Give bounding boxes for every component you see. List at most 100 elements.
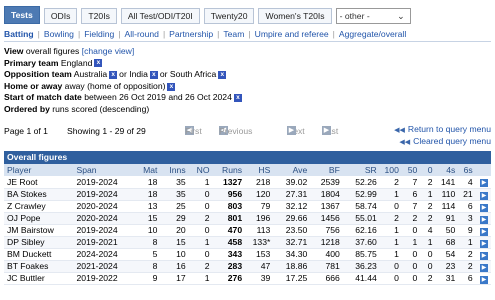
change-view-link[interactable]: [change view]	[82, 46, 135, 56]
column-header-0[interactable]: 0	[420, 164, 436, 176]
cell-4s: 114	[435, 200, 459, 213]
column-header-100[interactable]: 100	[379, 164, 402, 176]
tab-odis[interactable]: ODIs	[43, 8, 78, 24]
cell-inns: 20	[160, 224, 189, 237]
cell-no: 0	[188, 224, 213, 237]
player-name[interactable]: BM Duckett	[4, 248, 74, 261]
column-header-player[interactable]: Player	[4, 164, 74, 176]
subnav-item-bowling[interactable]: Bowling	[44, 29, 74, 39]
remove-home-away-icon[interactable]: x	[167, 82, 176, 91]
cell-ave: 29.66	[273, 212, 311, 225]
row-detail-button[interactable]: ▶	[475, 272, 491, 285]
other-format-select[interactable]: - other - ⌄	[335, 8, 411, 24]
column-header-50[interactable]: 50	[401, 164, 421, 176]
row-detail-button[interactable]: ▶	[475, 200, 491, 213]
tab-twenty20[interactable]: Twenty20	[203, 8, 255, 24]
remove-start-date-icon[interactable]: x	[233, 94, 242, 103]
player-name[interactable]: JC Buttler	[4, 272, 74, 285]
cell-6s: 6	[458, 272, 476, 285]
column-header-6s[interactable]: 6s	[458, 164, 476, 176]
row-detail-button[interactable]: ▶	[475, 236, 491, 249]
cell-bf: 400	[310, 248, 343, 261]
column-header-no[interactable]: NO	[188, 164, 213, 176]
page-indicator: Page 1 of 1	[4, 126, 48, 136]
cell-span: 2019-2024	[73, 224, 135, 237]
cleared-query-link[interactable]: ◀◀ Cleared query menu	[394, 136, 491, 148]
column-header-bf[interactable]: BF	[310, 164, 343, 176]
column-header-action	[475, 164, 491, 176]
subnav-item-team[interactable]: Team	[223, 29, 244, 39]
cell-4s: 110	[435, 188, 459, 201]
cell-runs: 458	[212, 236, 246, 249]
cell-span: 2019-2024	[73, 176, 135, 189]
row-detail-button[interactable]: ▶	[475, 176, 491, 189]
row-detail-button[interactable]: ▶	[475, 188, 491, 201]
column-header-mat[interactable]: Mat	[134, 164, 161, 176]
cell-inns: 35	[160, 188, 189, 201]
cell-span: 2019-2024	[73, 188, 135, 201]
player-name[interactable]: BA Stokes	[4, 188, 74, 201]
cell-50: 7	[401, 200, 421, 213]
player-name[interactable]: OJ Pope	[4, 212, 74, 225]
cell-50: 0	[401, 224, 421, 237]
column-header-hs[interactable]: HS	[245, 164, 274, 176]
arrow-right-icon: ▶	[480, 191, 488, 200]
column-header-sr[interactable]: SR	[342, 164, 380, 176]
cell-bf: 1367	[310, 200, 343, 213]
remove-opp-australia-icon[interactable]: x	[109, 70, 118, 79]
cell-inns: 25	[160, 200, 189, 213]
subnav-item-partnership[interactable]: Partnership	[169, 29, 213, 39]
subnav-item-umpire-referee[interactable]: Umpire and referee	[255, 29, 329, 39]
subnav-item-all-round[interactable]: All-round	[125, 29, 159, 39]
cell-ave: 32.12	[273, 200, 311, 213]
subnav-item-aggregate[interactable]: Aggregate/overall	[339, 29, 406, 39]
cell-sr: 37.60	[342, 236, 380, 249]
cell-no: 1	[188, 236, 213, 249]
cell-sr: 36.23	[342, 260, 380, 273]
cell-ave: 18.86	[273, 260, 311, 273]
cell-0: 0	[420, 260, 436, 273]
tab-womens-t20is[interactable]: Women's T20Is	[258, 8, 332, 24]
player-name[interactable]: JE Root	[4, 176, 74, 189]
remove-opp-india-icon[interactable]: x	[149, 70, 158, 79]
cell-0: 2	[420, 212, 436, 225]
query-criteria: View overall figures [change view] Prima…	[4, 46, 244, 116]
cell-runs: 276	[212, 272, 246, 285]
cell-sr: 41.44	[342, 272, 380, 285]
tab-t20is[interactable]: T20Is	[81, 8, 117, 24]
query-menu-links: ◀◀ Return to query menu ◀◀ Cleared query m…	[394, 124, 491, 148]
row-detail-button[interactable]: ▶	[475, 212, 491, 225]
last-page-icon: ▶	[322, 126, 331, 135]
tab-tests[interactable]: Tests	[4, 6, 40, 24]
row-detail-button[interactable]: ▶	[475, 260, 491, 273]
stat-type-nav: Batting | Bowling | Fielding | All-round | Partn…	[4, 29, 407, 39]
column-header-inns[interactable]: Inns	[160, 164, 189, 176]
cell-runs: 470	[212, 224, 246, 237]
column-header-4s[interactable]: 4s	[435, 164, 459, 176]
table-row: JE Root 2019-2024 18 35 1 1327 218 39.02 2539 52.…	[4, 176, 491, 189]
cell-0: 0	[420, 248, 436, 261]
cell-no: 2	[188, 260, 213, 273]
column-header-span[interactable]: Span	[73, 164, 135, 176]
remove-opp-south-africa-icon[interactable]: x	[218, 70, 227, 79]
player-name[interactable]: Z Crawley	[4, 200, 74, 213]
return-to-query-link[interactable]: ◀◀ Return to query menu	[394, 124, 491, 136]
remove-primary-team-icon[interactable]: x	[94, 59, 103, 68]
column-header-runs[interactable]: Runs	[212, 164, 246, 176]
subnav-item-fielding[interactable]: Fielding	[84, 29, 114, 39]
cell-4s: 50	[435, 224, 459, 237]
cell-0: 2	[420, 200, 436, 213]
player-name[interactable]: JM Bairstow	[4, 224, 74, 237]
tab-all-test-odi-t20i[interactable]: All Test/ODI/T20I	[120, 8, 200, 24]
player-name[interactable]: DP Sibley	[4, 236, 74, 249]
column-header-ave[interactable]: Ave	[273, 164, 311, 176]
cell-inns: 15	[160, 236, 189, 249]
subnav-item-batting[interactable]: Batting	[4, 29, 34, 39]
table-row: JC Buttler 2019-2022 9 17 1 276 39 17.25 666 41.4…	[4, 272, 491, 285]
cell-sr: 58.74	[342, 200, 380, 213]
cell-0: 1	[420, 188, 436, 201]
row-detail-button[interactable]: ▶	[475, 224, 491, 237]
row-detail-button[interactable]: ▶	[475, 248, 491, 261]
player-name[interactable]: BT Foakes	[4, 260, 74, 273]
cell-100: 0	[379, 200, 402, 213]
